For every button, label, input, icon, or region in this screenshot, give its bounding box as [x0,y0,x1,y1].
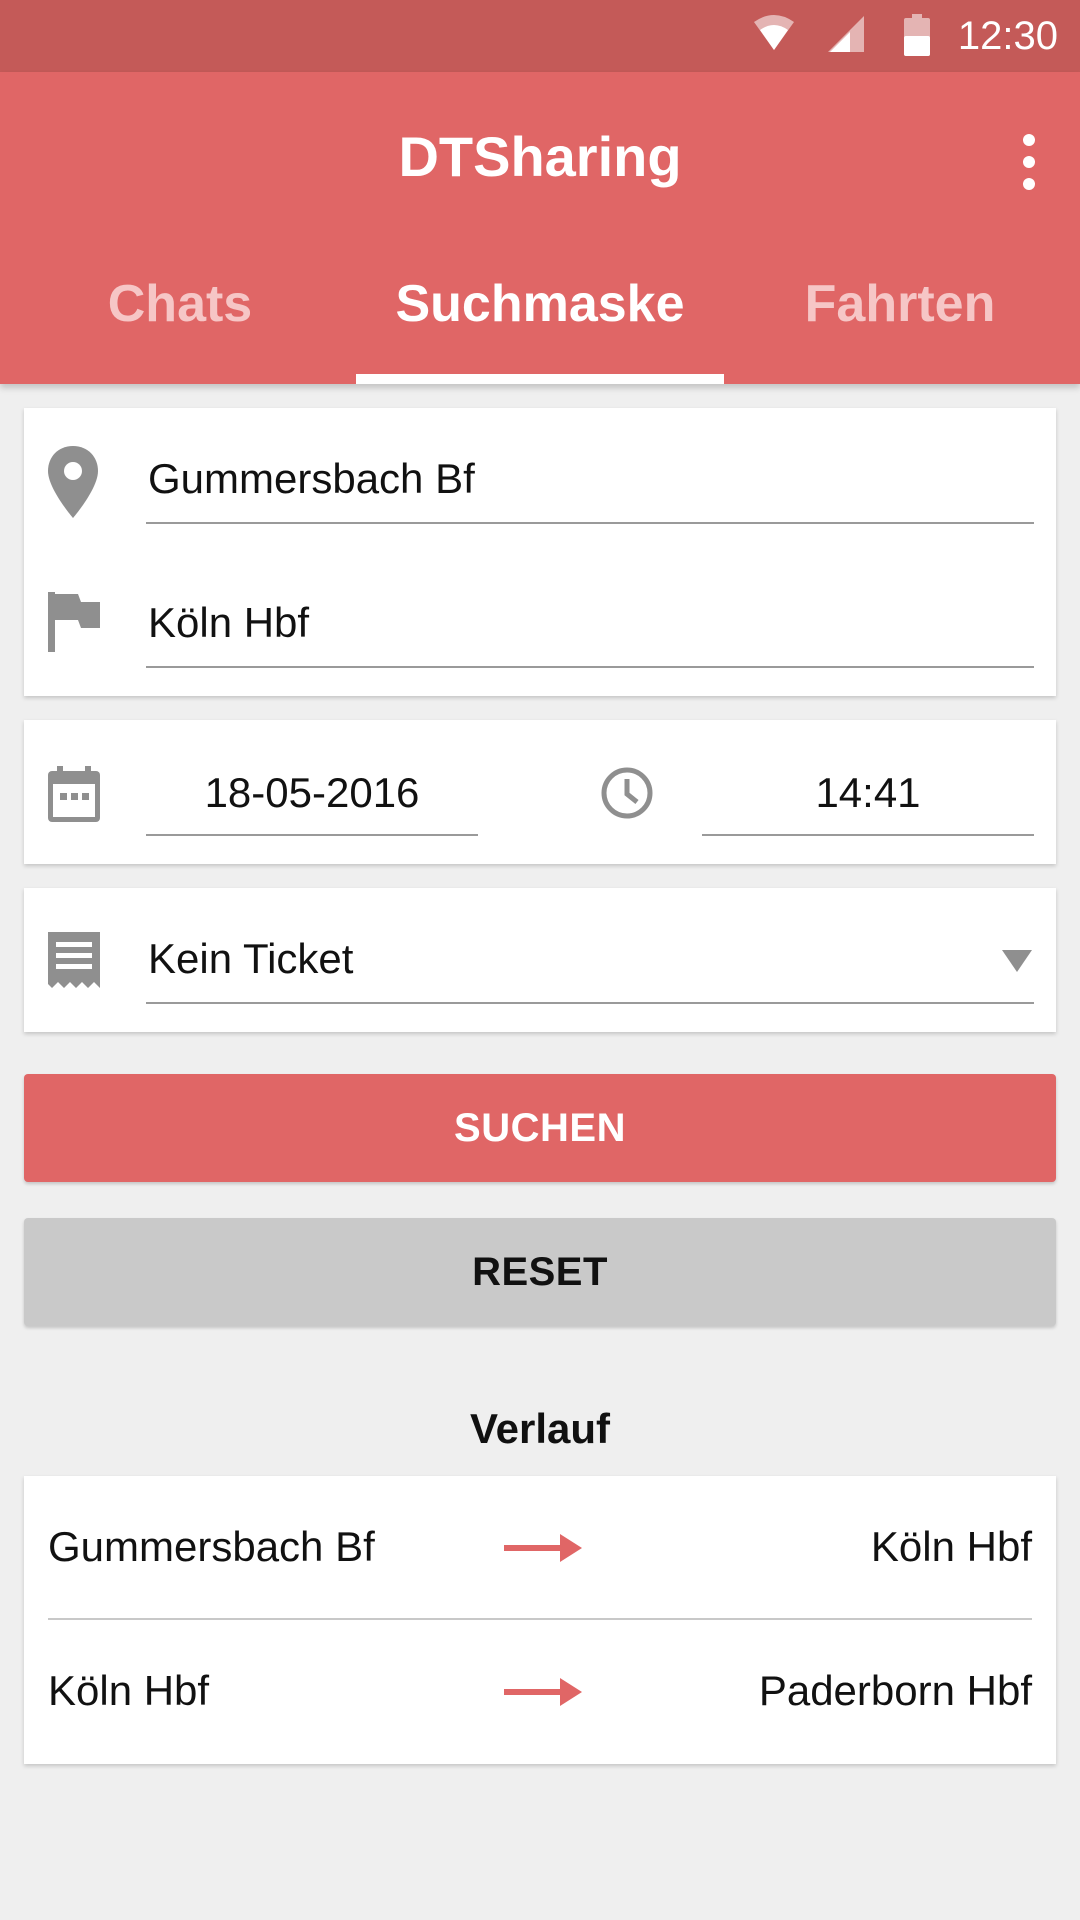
tab-chats[interactable]: Chats [0,272,360,336]
from-field-underline [146,522,1034,524]
location-pin-icon [48,446,98,518]
tab-fahrten[interactable]: Fahrten [720,272,1080,336]
app-title: DTSharing [398,125,682,188]
history-from: Gummersbach Bf [48,1523,375,1570]
overflow-menu-icon[interactable] [1014,132,1044,192]
search-button[interactable]: SUCHEN [24,1074,1056,1182]
tab-suchmaske[interactable]: Suchmaske [360,272,720,336]
to-field[interactable]: Köln Hbf [148,598,309,648]
history-to: Paderborn Hbf [758,1667,1032,1714]
cell-signal-icon [828,16,864,52]
ticket-card: Kein Ticket [24,888,1056,1032]
history-from: Köln Hbf [48,1667,210,1714]
date-field-underline [146,834,478,836]
battery-icon [904,14,930,56]
status-bar: 12:30 [0,0,1080,72]
history-item[interactable]: Gummersbach Bf Köln Hbf [24,1476,1056,1620]
time-field[interactable]: 14:41 [702,768,1034,818]
ticket-select[interactable]: Kein Ticket [148,934,353,984]
date-field[interactable]: 18-05-2016 [146,768,478,818]
app-bar: DTSharing Chats Suchmaske Fahrten [0,72,1080,384]
ticket-icon [48,932,100,988]
clock-icon [601,767,653,819]
to-field-underline [146,666,1034,668]
arrow-right-icon [504,1678,582,1706]
history-list: Gummersbach Bf Köln Hbf Köln Hbf Paderbo… [24,1476,1056,1764]
calendar-icon [48,766,100,822]
route-card: Gummersbach Bf Köln Hbf [24,408,1056,696]
history-to: Köln Hbf [870,1523,1032,1570]
history-item[interactable]: Köln Hbf Paderborn Hbf [24,1620,1056,1764]
status-time: 12:30 [957,14,1058,58]
active-tab-indicator [356,374,724,384]
history-title: Verlauf [469,1405,611,1452]
reset-button[interactable]: RESET [24,1218,1056,1326]
arrow-right-icon [504,1534,582,1562]
time-field-underline [702,834,1034,836]
ticket-select-underline [146,1002,1034,1004]
from-field[interactable]: Gummersbach Bf [148,454,475,504]
datetime-card: 18-05-2016 14:41 [24,720,1056,864]
flag-icon [48,592,100,652]
wifi-icon [754,15,794,50]
dropdown-arrow-icon[interactable] [1002,950,1032,972]
